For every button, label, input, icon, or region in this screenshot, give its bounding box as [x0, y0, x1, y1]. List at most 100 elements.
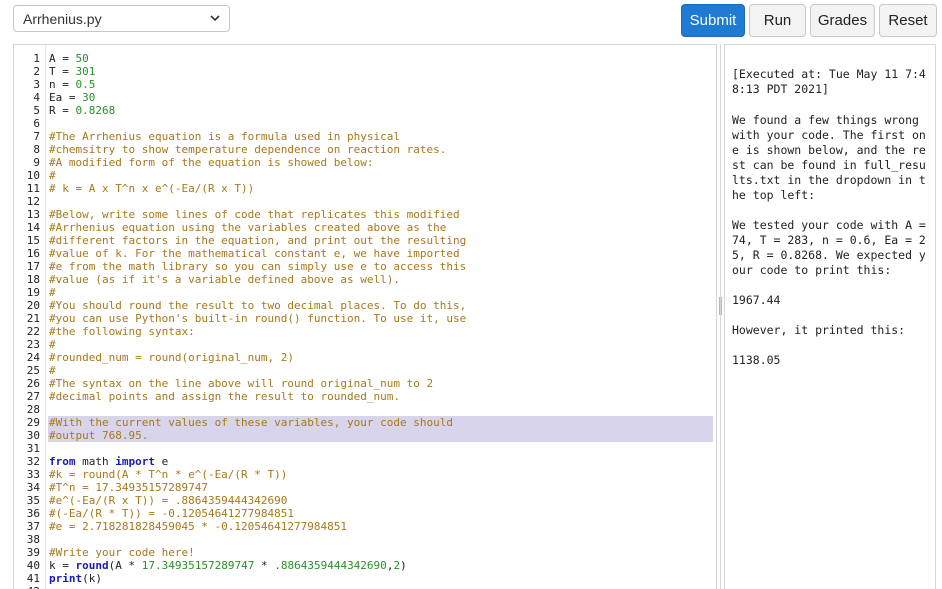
line-number: 9	[33, 156, 40, 169]
code-line[interactable]: 11 # k = A x T^n x e^(-Ea/(R x T))	[14, 182, 714, 195]
code-text: R = 0.8268	[49, 104, 116, 117]
code-text: #(-Ea/(R * T)) = -0.12054641277984851	[49, 507, 295, 520]
line-number: 16	[26, 247, 40, 260]
line-number: 6	[33, 117, 40, 130]
code-line[interactable]: 23 #	[14, 338, 714, 351]
code-line[interactable]: 5 R = 0.8268	[14, 104, 714, 117]
line-number: 42	[14, 585, 40, 589]
code-line[interactable]: 8 #chemsitry to show temperature dependen…	[14, 143, 714, 156]
line-number: 22	[26, 325, 40, 338]
code-line[interactable]: 40 k = round(A * 17.34935157289747 * .886…	[14, 559, 714, 572]
code-text: A = 50	[49, 52, 89, 65]
actual-output: 1138.05	[732, 353, 781, 367]
code-line[interactable]: 22 #the following syntax:	[14, 325, 714, 338]
test-description: We tested your code with A = 74, T = 283…	[732, 218, 933, 277]
code-text: #With the current values of these variab…	[49, 416, 453, 429]
code-line[interactable]: 21 #you can use Python's built-in round()…	[14, 312, 714, 325]
line-number: 21	[26, 312, 40, 325]
line-number: 10	[26, 169, 40, 182]
code-line[interactable]: 30 #output 768.95.	[14, 429, 714, 442]
code-line[interactable]: 16 #value of k. For the mathematical cons…	[14, 247, 714, 260]
code-line[interactable]: 12	[14, 195, 714, 208]
code-line[interactable]: 31	[14, 442, 714, 455]
line-number: 13	[26, 208, 40, 221]
splitter-bar	[720, 44, 721, 589]
line-number: 31	[26, 442, 40, 455]
code-line[interactable]: 7 #The Arrhenius equation is a formula us…	[14, 130, 714, 143]
code-text: T = 301	[49, 65, 96, 78]
code-line[interactable]: 10 #	[14, 169, 714, 182]
code-line[interactable]: 20 #You should round the result to two de…	[14, 299, 714, 312]
code-line[interactable]: 33 #k = round(A * T^n * e^(-Ea/(R * T))	[14, 468, 714, 481]
code-line[interactable]: 6	[14, 117, 714, 130]
code-line[interactable]: 42	[14, 585, 714, 589]
code-line[interactable]: 9 #A modified form of the equation is sho…	[14, 156, 714, 169]
code-text: #Arrhenius equation using the variables …	[49, 221, 447, 234]
line-number: 33	[26, 468, 40, 481]
code-text: #value of k. For the mathematical consta…	[49, 247, 460, 260]
code-text: # k = A x T^n x e^(-Ea/(R x T))	[49, 182, 255, 195]
code-text: #	[49, 364, 56, 377]
code-line[interactable]: 36 #(-Ea/(R * T)) = -0.12054641277984851	[14, 507, 714, 520]
line-number: 36	[26, 507, 40, 520]
code-text: #k = round(A * T^n * e^(-Ea/(R * T))	[49, 468, 288, 481]
reset-button[interactable]: Reset	[879, 4, 937, 37]
code-line[interactable]: 28	[14, 403, 714, 416]
expected-output: 1967.44	[732, 293, 781, 307]
code-line[interactable]: 3 n = 0.5	[14, 78, 714, 91]
chevron-down-icon	[210, 15, 220, 22]
line-number: 5	[33, 104, 40, 117]
code-text: #the following syntax:	[49, 325, 195, 338]
code-line[interactable]: 27 #decimal points and assign the result …	[14, 390, 714, 403]
line-number: 4	[33, 91, 40, 104]
code-text: #T^n = 17.34935157289747	[49, 481, 208, 494]
code-line[interactable]: 14 #Arrhenius equation using the variable…	[14, 221, 714, 234]
code-line[interactable]: 17 #e from the math library so you can si…	[14, 260, 714, 273]
code-line[interactable]: 35 #e^(-Ea/(R x T)) = .8864359444342690	[14, 494, 714, 507]
line-number: 39	[26, 546, 40, 559]
line-number: 12	[26, 195, 40, 208]
code-line[interactable]: 19 #	[14, 286, 714, 299]
code-line[interactable]: 25 #	[14, 364, 714, 377]
line-number: 30	[26, 429, 40, 442]
splitter-grip[interactable]	[719, 297, 722, 315]
code-line[interactable]: 18 #value (as if it's a variable defined …	[14, 273, 714, 286]
code-text: from math import e	[49, 455, 169, 468]
code-line[interactable]: 29 #With the current values of these vari…	[14, 416, 714, 429]
code-editor[interactable]: 1 A = 50 2 T = 301 3 n = 0.5 4 Ea = 30 5 R = 0.82…	[13, 44, 717, 589]
code-line[interactable]: 41 print(k)	[14, 572, 714, 585]
line-number: 1	[33, 52, 40, 65]
line-number: 18	[26, 273, 40, 286]
file-dropdown-value: Arrhenius.py	[23, 10, 102, 27]
code-line[interactable]: 13 #Below, write some lines of code that …	[14, 208, 714, 221]
line-number: 2	[33, 65, 40, 78]
line-number: 7	[33, 130, 40, 143]
code-text: #decimal points and assign the result to…	[49, 390, 400, 403]
line-number: 17	[26, 260, 40, 273]
code-line[interactable]: 4 Ea = 30	[14, 91, 714, 104]
code-line[interactable]: 24 #rounded_num = round(original_num, 2)	[14, 351, 714, 364]
code-text: #The syntax on the line above will round…	[49, 377, 434, 390]
grades-button[interactable]: Grades	[810, 4, 875, 37]
code-line[interactable]: 39 #Write your code here!	[14, 546, 714, 559]
code-text: #A modified form of the equation is show…	[49, 156, 374, 169]
code-text: #	[49, 169, 56, 182]
code-text: #The Arrhenius equation is a formula use…	[49, 130, 400, 143]
file-dropdown[interactable]: Arrhenius.py	[13, 5, 230, 32]
code-line[interactable]: 26 #The syntax on the line above will rou…	[14, 377, 714, 390]
code-line[interactable]: 32 from math import e	[14, 455, 714, 468]
submit-button[interactable]: Submit	[681, 4, 745, 37]
code-line[interactable]: 37 #e = 2.718281828459045 * -0.1205464127…	[14, 520, 714, 533]
code-text: n = 0.5	[49, 78, 96, 91]
code-line[interactable]: 1 A = 50	[14, 52, 714, 65]
line-number: 40	[26, 559, 40, 572]
run-button[interactable]: Run	[749, 4, 806, 37]
code-line[interactable]: 34 #T^n = 17.34935157289747	[14, 481, 714, 494]
code-text: #Below, write some lines of code that re…	[49, 208, 460, 221]
code-line[interactable]: 38	[14, 533, 714, 546]
code-text: #	[49, 338, 56, 351]
code-line[interactable]: 2 T = 301	[14, 65, 714, 78]
line-number: 25	[26, 364, 40, 377]
code-text: #value (as if it's a variable defined ab…	[49, 273, 400, 286]
code-line[interactable]: 15 #different factors in the equation, an…	[14, 234, 714, 247]
